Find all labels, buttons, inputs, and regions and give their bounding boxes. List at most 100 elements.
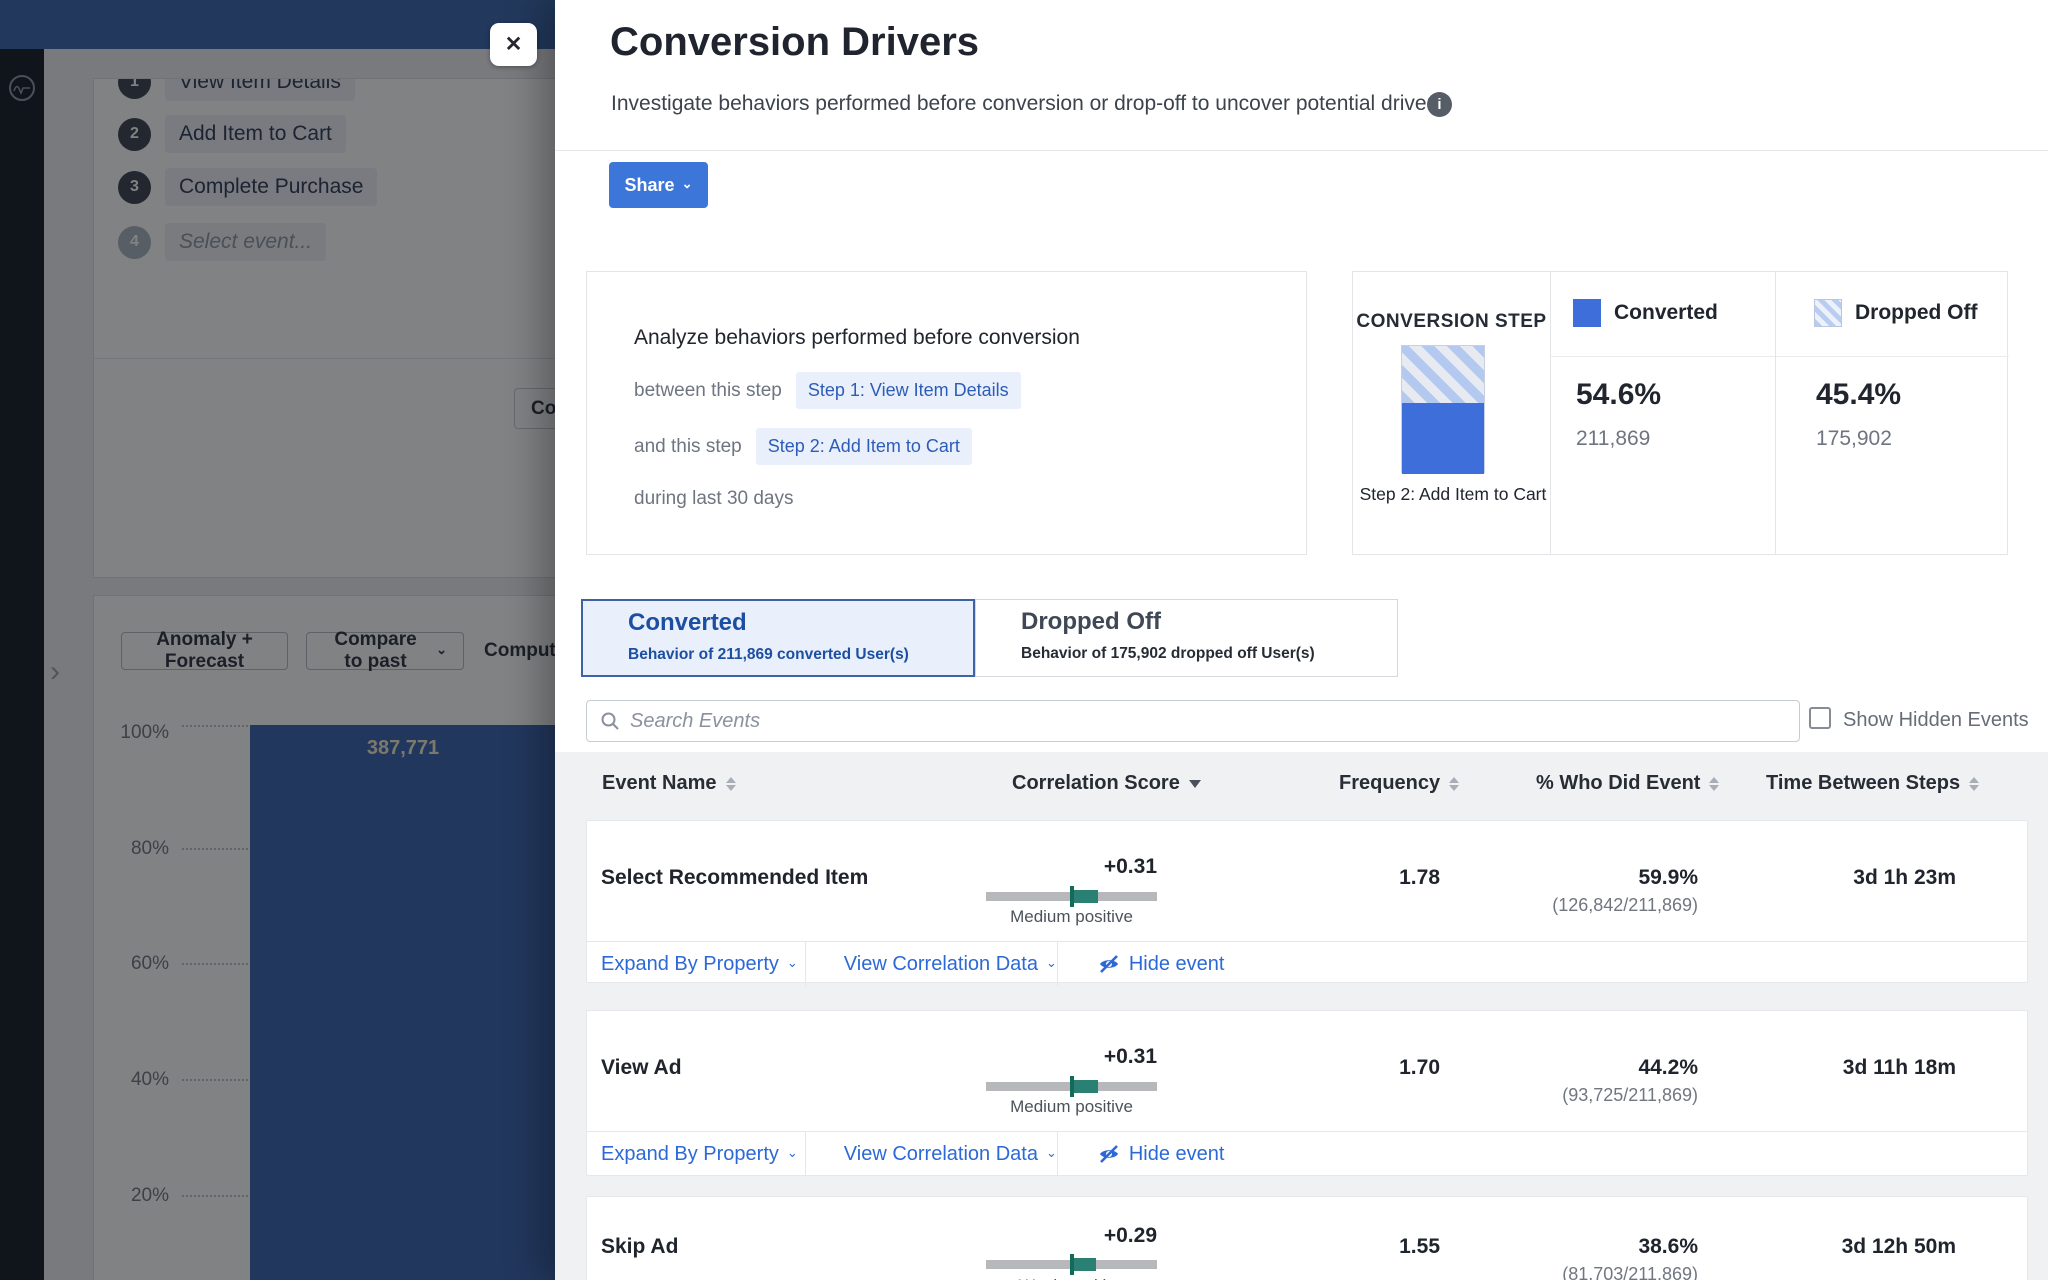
event-name: Skip Ad	[601, 1235, 678, 1259]
share-button[interactable]: Share ⌄	[609, 162, 708, 208]
pct-detail: (126,842/211,869)	[1417, 895, 1698, 916]
conversion-step-column: CONVERSION STEP Step 2: Add Item to Cart	[1353, 272, 1551, 554]
info-icon[interactable]: i	[1427, 92, 1452, 117]
converted-pct: 54.6%	[1576, 378, 1661, 412]
close-icon: ✕	[505, 32, 523, 57]
correlation-value: +0.31	[1104, 855, 1157, 879]
event-row-skip-ad: Skip Ad +0.29 Weak positive 1.55 38.6% (…	[586, 1196, 2028, 1280]
chevron-down-icon: ⌄	[787, 1146, 798, 1159]
divider	[1057, 1132, 1058, 1176]
correlation-zero-tick	[1070, 1254, 1074, 1275]
search-box	[586, 700, 1800, 742]
search-icon	[600, 711, 620, 731]
analysis-description-box: Analyze behaviors performed before conve…	[586, 271, 1307, 555]
page-subtitle: Investigate behaviors performed before c…	[611, 92, 1450, 116]
dropped-off-segment	[1402, 346, 1484, 403]
row-action-bar: Expand By Property ⌄ View Correlation Da…	[587, 941, 2027, 986]
correlation-bar	[986, 1082, 1157, 1091]
tab-dropped-off[interactable]: Dropped Off Behavior of 175,902 dropped …	[975, 599, 1398, 677]
conversion-step-mini-bar	[1401, 345, 1485, 473]
step2-chip[interactable]: Step 2: Add Item to Cart	[756, 428, 972, 465]
correlation-value: +0.29	[1104, 1224, 1157, 1248]
divider	[1776, 356, 2009, 357]
pct-who-did-event-value: 44.2%	[1467, 1056, 1698, 1080]
correlation-fill	[1072, 1080, 1098, 1093]
converted-legend-label: Converted	[1614, 301, 1718, 325]
chevron-down-icon: ⌄	[1046, 1146, 1057, 1159]
correlation-bar	[986, 1260, 1157, 1269]
chevron-down-icon: ⌄	[787, 956, 798, 969]
correlation-fill	[1072, 890, 1098, 903]
column-header-event-name[interactable]: Event Name	[602, 772, 736, 795]
row-action-bar: Expand By Property ⌄ View Correlation Da…	[587, 1131, 2027, 1176]
converted-count: 211,869	[1576, 427, 1650, 451]
close-panel-button[interactable]: ✕	[490, 23, 537, 66]
chevron-down-icon: ⌄	[682, 177, 693, 190]
correlation-strength-label: Medium positive	[986, 1097, 1157, 1117]
dropped-off-pct: 45.4%	[1816, 378, 1901, 412]
dropped-off-column: Dropped Off 45.4% 175,902	[1776, 272, 2009, 554]
frequency-value: 1.78	[1287, 866, 1440, 890]
divider	[555, 150, 2048, 151]
pct-who-did-event-value: 38.6%	[1467, 1235, 1698, 1259]
divider	[1057, 942, 1058, 986]
eye-slash-icon	[1097, 1142, 1121, 1166]
hide-event-button[interactable]: Hide event	[1097, 1142, 1225, 1166]
analysis-title: Analyze behaviors performed before conve…	[634, 326, 1080, 350]
show-hidden-events-label: Show Hidden Events	[1843, 709, 2029, 732]
step1-chip[interactable]: Step 1: View Item Details	[796, 372, 1021, 409]
sort-icon	[1709, 777, 1719, 791]
event-row-select-recommended-item: Select Recommended Item +0.31 Medium pos…	[586, 820, 2028, 983]
time-between-steps-value: 3d 1h 23m	[1737, 866, 1956, 890]
correlation-zero-tick	[1070, 886, 1074, 907]
expand-by-property-button[interactable]: Expand By Property ⌄	[601, 1143, 798, 1166]
frequency-value: 1.55	[1287, 1235, 1440, 1259]
event-row-view-ad: View Ad +0.31 Medium positive 1.70 44.2%…	[586, 1010, 2028, 1176]
correlation-strength-label: Weak positive	[986, 1276, 1157, 1280]
chevron-down-icon: ⌄	[1046, 956, 1057, 969]
conversion-drivers-panel: Conversion Drivers Investigate behaviors…	[555, 0, 2048, 1280]
divider	[1551, 356, 1775, 357]
dropped-off-swatch	[1814, 299, 1842, 327]
conversion-step-label: Step 2: Add Item to Cart	[1347, 484, 1559, 505]
sort-icon	[1449, 777, 1459, 791]
time-between-steps-value: 3d 11h 18m	[1737, 1056, 1956, 1080]
column-header-time-between-steps[interactable]: Time Between Steps	[1766, 772, 1979, 795]
correlation-bar	[986, 892, 1157, 901]
between-step-prefix: between this step	[634, 380, 782, 402]
conversion-step-header: CONVERSION STEP	[1353, 311, 1550, 333]
view-correlation-data-button[interactable]: View Correlation Data ⌄	[844, 1143, 1057, 1166]
time-between-steps-value: 3d 12h 50m	[1737, 1235, 1956, 1259]
sort-icon	[726, 777, 736, 791]
divider	[805, 1132, 806, 1176]
hide-event-button[interactable]: Hide event	[1097, 952, 1225, 976]
column-header-pct-who-did-event[interactable]: % Who Did Event	[1536, 772, 1719, 795]
correlation-fill	[1072, 1258, 1096, 1271]
and-step-prefix: and this step	[634, 436, 742, 458]
sort-desc-icon	[1189, 780, 1201, 788]
pct-detail: (81,703/211,869)	[1417, 1264, 1698, 1280]
dropped-off-count: 175,902	[1816, 427, 1892, 451]
frequency-value: 1.70	[1287, 1056, 1440, 1080]
column-header-correlation-score[interactable]: Correlation Score	[1012, 772, 1201, 795]
tab-converted[interactable]: Converted Behavior of 211,869 converted …	[581, 599, 975, 677]
eye-slash-icon	[1097, 952, 1121, 976]
show-hidden-events-checkbox[interactable]	[1809, 707, 1831, 729]
pct-who-did-event-value: 59.9%	[1467, 866, 1698, 890]
correlation-value: +0.31	[1104, 1045, 1157, 1069]
converted-segment	[1402, 403, 1484, 474]
converted-swatch	[1573, 299, 1601, 327]
divider	[805, 942, 806, 986]
pct-detail: (93,725/211,869)	[1417, 1085, 1698, 1106]
dropped-off-legend-label: Dropped Off	[1855, 301, 1977, 325]
correlation-zero-tick	[1070, 1076, 1074, 1097]
event-name: View Ad	[601, 1056, 682, 1080]
conversion-step-box: CONVERSION STEP Step 2: Add Item to Cart…	[1352, 271, 2008, 555]
view-correlation-data-button[interactable]: View Correlation Data ⌄	[844, 953, 1057, 976]
search-input[interactable]	[630, 710, 1799, 733]
column-header-frequency[interactable]: Frequency	[1339, 772, 1459, 795]
converted-column: Converted 54.6% 211,869	[1551, 272, 1776, 554]
correlation-strength-label: Medium positive	[986, 907, 1157, 927]
duration-text: during last 30 days	[634, 488, 794, 510]
expand-by-property-button[interactable]: Expand By Property ⌄	[601, 953, 798, 976]
